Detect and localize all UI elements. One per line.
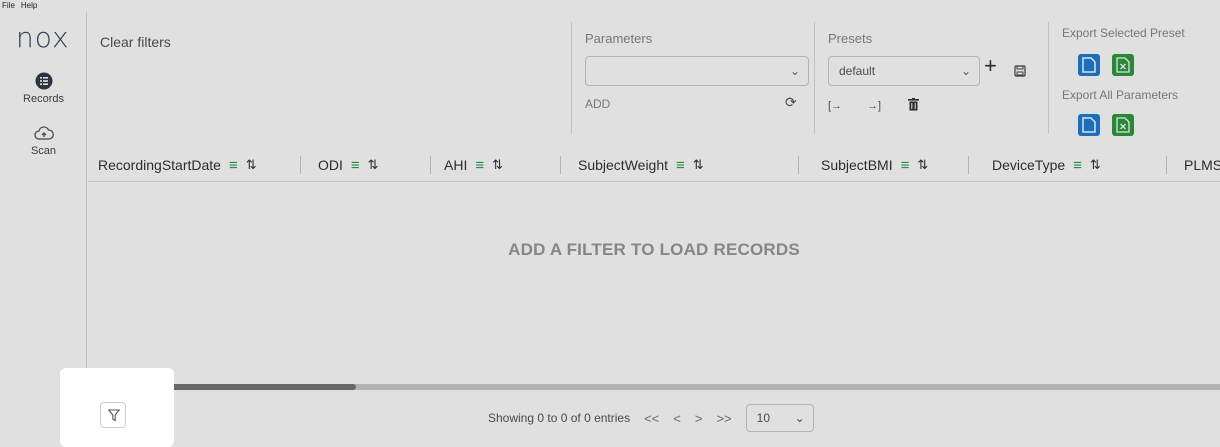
- import-icon[interactable]: [→: [828, 98, 842, 114]
- document-icon: [1082, 57, 1096, 73]
- empty-table-message: ADD A FILTER TO LOAD RECORDS: [508, 240, 800, 259]
- parameters-select[interactable]: ⌄: [585, 56, 809, 86]
- column-menu-icon[interactable]: ≡: [351, 157, 360, 174]
- excel-icon: [1116, 117, 1130, 133]
- document-icon: [1082, 117, 1096, 133]
- chevron-down-icon: ⌄: [794, 411, 805, 425]
- menu-file[interactable]: File: [2, 0, 15, 12]
- sidebar-item-records[interactable]: Records: [0, 72, 87, 105]
- trash-icon[interactable]: [908, 98, 919, 111]
- first-page-button[interactable]: <<: [644, 411, 659, 426]
- sort-icon[interactable]: ⇅: [246, 157, 257, 173]
- chevron-down-icon: ⌄: [960, 64, 971, 78]
- column-label: AHI: [444, 157, 468, 173]
- sort-icon[interactable]: ⇅: [492, 157, 503, 173]
- divider: [571, 22, 572, 134]
- menu-help[interactable]: Help: [21, 0, 37, 12]
- column-separator: [560, 156, 561, 174]
- column-menu-icon[interactable]: ≡: [229, 157, 238, 174]
- column-header[interactable]: AHI ≡ ⇅: [444, 148, 503, 181]
- sidebar-item-scan[interactable]: Scan: [0, 126, 87, 157]
- column-header[interactable]: ODI ≡ ⇅: [318, 148, 379, 181]
- page-size-select[interactable]: 10 ⌄: [745, 404, 814, 432]
- presets-label: Presets: [828, 31, 873, 46]
- filter-icon: [108, 409, 120, 422]
- presets-select[interactable]: default ⌄: [828, 56, 980, 86]
- sort-icon[interactable]: ⇅: [917, 157, 928, 173]
- column-menu-icon[interactable]: ≡: [676, 157, 685, 174]
- add-parameter-button[interactable]: ADD: [585, 97, 610, 111]
- export-selected-excel-button[interactable]: [1112, 54, 1134, 76]
- save-icon[interactable]: [1014, 65, 1026, 77]
- column-header[interactable]: SubjectWeight ≡ ⇅: [578, 148, 704, 181]
- column-menu-icon[interactable]: ≡: [901, 157, 910, 174]
- column-separator: [798, 156, 799, 174]
- highlighted-filter-button[interactable]: [100, 402, 126, 428]
- parameters-label: Parameters: [585, 31, 653, 46]
- cloud-upload-icon: [33, 126, 54, 140]
- export-selected-pdf-button[interactable]: [1078, 54, 1100, 76]
- entries-info: Showing 0 to 0 of 0 entries: [488, 411, 631, 425]
- table-header: RecordingStartDate ≡ ⇅ ODI ≡ ⇅ AHI ≡ ⇅ S…: [88, 148, 1220, 182]
- sidebar-item-label: Scan: [30, 145, 57, 157]
- column-header[interactable]: RecordingStartDate ≡ ⇅: [98, 148, 257, 181]
- page-size-value: 10: [756, 411, 771, 425]
- presets-select-value: default: [839, 64, 876, 78]
- export-icon[interactable]: →]: [867, 98, 881, 114]
- sort-icon[interactable]: ⇅: [693, 157, 704, 173]
- column-label: SubjectWeight: [578, 157, 669, 173]
- pagination: Showing 0 to 0 of 0 entries << < > >> 10…: [488, 404, 814, 432]
- export-all-pdf-button[interactable]: [1078, 114, 1100, 136]
- filter-toolbar: Clear filters Parameters ⌄ ADD ⟳ Presets…: [88, 12, 1220, 148]
- column-header[interactable]: PLMS: [1184, 148, 1220, 181]
- refresh-icon[interactable]: ⟳: [785, 94, 797, 110]
- nox-logo: nox: [16, 21, 70, 54]
- column-label: DeviceType: [992, 157, 1066, 173]
- table-footer: Showing 0 to 0 of 0 entries << < > >> 10…: [88, 390, 1220, 447]
- app-window: File Help nox Records Scan Clear filters: [0, 0, 1220, 447]
- sort-icon[interactable]: ⇅: [1090, 157, 1101, 173]
- export-all-label: Export All Parameters: [1062, 88, 1179, 102]
- last-page-button[interactable]: >>: [716, 411, 731, 426]
- menu-bar: File Help: [0, 0, 37, 12]
- divider: [1048, 22, 1049, 134]
- column-menu-icon[interactable]: ≡: [1073, 157, 1082, 174]
- column-header[interactable]: SubjectBMI ≡ ⇅: [821, 148, 928, 181]
- column-separator: [300, 156, 301, 174]
- column-header[interactable]: DeviceType ≡ ⇅: [992, 148, 1101, 181]
- chevron-down-icon: ⌄: [789, 64, 800, 78]
- column-menu-icon[interactable]: ≡: [475, 157, 484, 174]
- column-label: SubjectBMI: [821, 157, 893, 173]
- sidebar-item-label: Records: [23, 93, 64, 105]
- column-separator: [430, 156, 431, 174]
- column-label: PLMS: [1184, 157, 1220, 173]
- list-icon: [35, 72, 52, 90]
- export-all-excel-button[interactable]: [1112, 114, 1134, 136]
- column-separator: [1166, 156, 1167, 174]
- excel-icon: [1116, 57, 1130, 73]
- divider: [814, 22, 815, 134]
- next-page-button[interactable]: >: [695, 411, 703, 426]
- sort-icon[interactable]: ⇅: [368, 157, 379, 173]
- column-label: RecordingStartDate: [98, 157, 221, 173]
- add-preset-icon[interactable]: +: [984, 55, 997, 77]
- prev-page-button[interactable]: <: [673, 411, 681, 426]
- export-selected-label: Export Selected Preset: [1062, 26, 1185, 40]
- clear-filters-link[interactable]: Clear filters: [100, 34, 171, 50]
- column-separator: [968, 156, 969, 174]
- column-label: ODI: [318, 157, 343, 173]
